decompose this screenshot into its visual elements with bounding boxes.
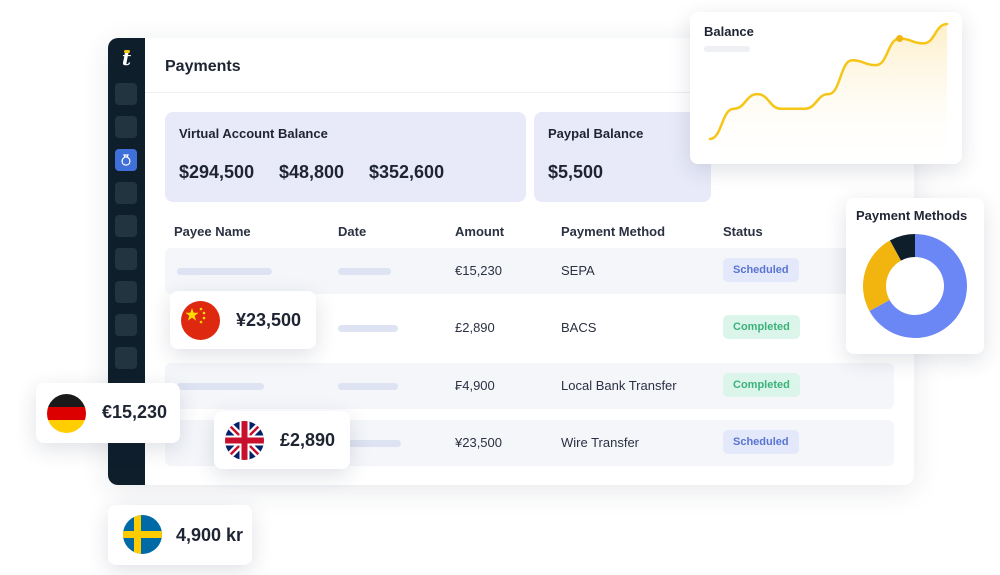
table-row[interactable]: ₣4,900 Local Bank Transfer Completed: [165, 363, 894, 409]
balance-highlight-point[interactable]: [896, 35, 904, 43]
logo-accent: [124, 50, 130, 53]
virtual-balance-amount: $48,800: [279, 162, 345, 182]
paypal-balance-card: Paypal Balance $5,500: [534, 112, 711, 202]
payments-table-header: Payee Name Date Amount Payment Method St…: [165, 224, 894, 242]
amount-cell: £2,890: [455, 320, 495, 335]
payment-methods-donut-chart: [863, 234, 967, 338]
sidebar-item-8[interactable]: [115, 314, 137, 336]
sidebar-item-9[interactable]: [115, 347, 137, 369]
column-header-date[interactable]: Date: [338, 224, 366, 239]
currency-amount: 4,900 kr: [176, 525, 244, 545]
sweden-flag-icon: [123, 515, 162, 554]
status-badge: Completed: [723, 373, 800, 397]
virtual-account-balance-card: Virtual Account Balance $294,500 $48,800…: [165, 112, 526, 202]
donut-slice-2[interactable]: [863, 240, 902, 312]
sidebar-item-1[interactable]: [115, 83, 137, 105]
balance-line-chart: [708, 22, 949, 162]
paypal-balance-label: Paypal Balance: [548, 126, 644, 141]
balance-chart-card: Balance: [690, 12, 962, 164]
currency-card-eur: €15,230: [36, 383, 180, 443]
currency-card-sek: 4,900 kr: [108, 505, 252, 565]
virtual-balance-amount: $294,500: [179, 162, 255, 182]
uk-flag-icon: [225, 421, 264, 460]
column-header-payee[interactable]: Payee Name: [174, 224, 251, 239]
currency-amount: €15,230: [102, 402, 168, 422]
virtual-balance-label: Virtual Account Balance: [179, 126, 328, 141]
sidebar-item-4[interactable]: [115, 182, 137, 204]
sidebar-item-2[interactable]: [115, 116, 137, 138]
status-badge: Scheduled: [723, 258, 799, 282]
payee-name-placeholder: [177, 268, 272, 275]
payment-method-cell: SEPA: [561, 263, 595, 278]
payee-name-placeholder: [177, 383, 264, 390]
logo: t: [108, 46, 145, 70]
status-badge: Scheduled: [723, 430, 799, 454]
status-badge: Completed: [723, 315, 800, 339]
payment-method-cell: Local Bank Transfer: [561, 378, 677, 393]
amount-cell: ₣4,900: [455, 378, 495, 393]
china-flag-icon: [181, 301, 220, 340]
date-placeholder: [338, 383, 398, 390]
sidebar-item-5[interactable]: [115, 215, 137, 237]
germany-flag-icon: [47, 394, 86, 433]
payment-methods-card: Payment Methods: [846, 198, 984, 354]
amount-cell: ¥23,500: [455, 435, 502, 450]
date-placeholder: [338, 325, 398, 332]
column-header-payment-method[interactable]: Payment Method: [561, 224, 665, 239]
amount-cell: €15,230: [455, 263, 502, 278]
payment-method-cell: Wire Transfer: [561, 435, 640, 450]
paypal-balance-amount: $5,500: [548, 162, 604, 182]
page-title: Payments: [165, 58, 241, 75]
currency-amount: £2,890: [280, 430, 336, 450]
column-header-status[interactable]: Status: [723, 224, 763, 239]
sidebar-item-6[interactable]: [115, 248, 137, 270]
currency-amount: ¥23,500: [236, 310, 302, 330]
currency-card-gbp: £2,890: [214, 411, 350, 469]
sidebar-item-7[interactable]: [115, 281, 137, 303]
column-header-amount[interactable]: Amount: [455, 224, 504, 239]
date-placeholder: [338, 268, 391, 275]
payment-method-cell: BACS: [561, 320, 597, 335]
payments-icon: [121, 154, 131, 166]
sidebar-item-payments[interactable]: [115, 149, 137, 171]
currency-card-cny: ¥23,500: [170, 291, 316, 349]
virtual-balance-amount: $352,600: [369, 162, 445, 182]
table-row[interactable]: €15,230 SEPA Scheduled: [165, 248, 894, 294]
